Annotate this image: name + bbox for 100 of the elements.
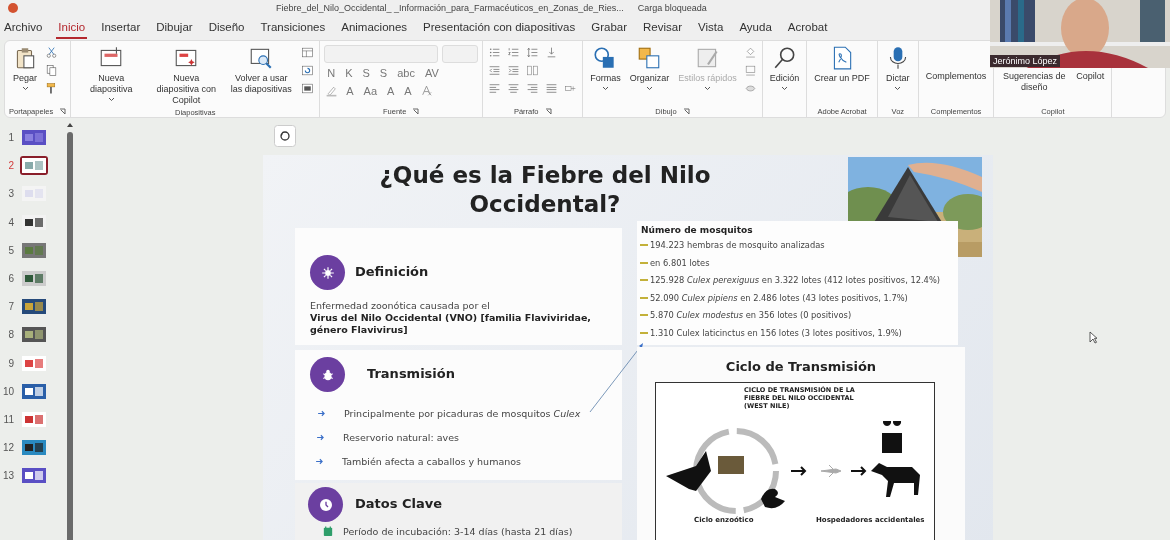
launcher-icon[interactable] — [544, 107, 552, 115]
menu-tab[interactable]: Ayuda — [737, 17, 774, 39]
menu-tab[interactable]: Vista — [696, 17, 726, 39]
line-spacing-icon — [526, 46, 540, 59]
copy-button[interactable] — [44, 63, 59, 78]
columns-button[interactable] — [525, 63, 541, 78]
font-field[interactable] — [324, 45, 439, 63]
bullet-text: Período de incubación: 3-14 días (hasta 21 días) — [343, 526, 573, 537]
slide-thumbnail[interactable]: 1 — [0, 128, 66, 147]
align-left-icon — [488, 82, 502, 95]
format-button[interactable]: AV — [421, 66, 442, 80]
slide-thumbnail[interactable]: 7 — [0, 297, 66, 317]
sun-icon — [320, 265, 335, 280]
panel-heading: Número de mosquitos — [641, 225, 753, 235]
align-center-icon — [507, 82, 521, 95]
ribbon-button[interactable]: Nueva diapositiva con Copilot — [150, 43, 223, 108]
columns-icon — [526, 64, 540, 77]
scissors-button[interactable] — [44, 45, 59, 60]
menu-tab[interactable]: Grabar — [589, 17, 630, 39]
clear-format-icon — [419, 84, 433, 97]
dash-mark — [640, 261, 648, 264]
launcher-icon[interactable] — [682, 107, 690, 115]
menu-tab[interactable]: Transiciones — [258, 17, 328, 39]
arrow-icon — [315, 457, 324, 466]
slide-thumbnail[interactable]: 12 — [0, 438, 66, 458]
align-right-icon — [526, 82, 540, 95]
arrow-icon — [316, 433, 325, 442]
format-button[interactable]: A — [343, 83, 357, 98]
format-button[interactable]: N — [324, 66, 339, 80]
scissors-icon — [45, 46, 58, 59]
format-brush-icon — [45, 82, 58, 95]
menu-tab[interactable]: Insertar — [99, 17, 143, 39]
card-heading: Datos Clave — [355, 496, 443, 511]
ribbon-button[interactable]: Nueva diapositiva — [75, 43, 148, 104]
slide-thumbnail[interactable]: 13 — [0, 466, 66, 486]
layout-button[interactable] — [300, 45, 316, 60]
slide-thumbnail[interactable]: 8 — [0, 325, 66, 345]
ribbon-button[interactable]: Sugerencias de diseño — [998, 69, 1071, 95]
reset-button[interactable] — [300, 63, 316, 78]
slide-thumbnail[interactable]: 9 — [0, 353, 66, 373]
format-button[interactable]: A — [384, 83, 398, 98]
dash-mark — [640, 296, 648, 299]
definition-text: Enfermedad zoonótica causada por el Virus del Nilo Occidental (VNO) [familia Flaviviridae, género Flavivirus] — [310, 300, 592, 336]
ribbon-button[interactable]: Complementos — [922, 69, 990, 84]
size-field[interactable] — [442, 45, 479, 63]
slide-thumbnail[interactable]: 5 — [0, 240, 66, 260]
ribbon-button[interactable]: Crear un PDF — [811, 43, 873, 86]
stat-text: en 6.801 lotes — [650, 257, 710, 268]
section-icon — [301, 82, 315, 95]
launcher-icon[interactable] — [59, 107, 67, 115]
clock-icon — [317, 496, 334, 513]
slide-thumbnail[interactable]: 11 — [0, 409, 66, 429]
slide-thumbnail[interactable]: 3 — [0, 184, 66, 204]
menu-tab[interactable]: Presentación con diapositivas — [421, 17, 578, 39]
paint-bucket-icon — [743, 46, 757, 59]
menu-tab[interactable]: Revisar — [641, 17, 685, 39]
section-button[interactable] — [300, 81, 316, 96]
slide-thumbnail[interactable]: 4 — [0, 212, 66, 232]
bullet-text: También afecta a caballos y humanos — [342, 456, 521, 467]
ribbon-button[interactable]: Edición — [766, 43, 803, 93]
ribbon-button[interactable]: Volver a usar las diapositivas — [225, 43, 298, 97]
bullet-text: Principalmente por picaduras de mosquitos Culex — [344, 408, 581, 419]
card-heading: Definición — [355, 264, 429, 279]
menu-tab[interactable]: Acrobat — [785, 17, 830, 39]
slide-title: ¿Qué es la Fiebre del Nilo Occidental? — [378, 161, 712, 219]
ribbon-button[interactable]: Organizar — [626, 43, 673, 93]
scrollbar-thumb[interactable] — [67, 132, 73, 540]
participant-name: Jerónimo López — [990, 55, 1061, 67]
format-button[interactable]: A — [401, 83, 415, 98]
slide-thumbnail[interactable]: 2 — [0, 156, 66, 176]
ribbon-button[interactable]: Formas — [587, 43, 624, 93]
menu-tab[interactable]: Dibujar — [154, 17, 195, 39]
ribbon-button[interactable]: Copilot — [1073, 69, 1108, 84]
stat-text: 1.310 Culex laticinctus en 156 lotes (3 lotes positivos, 1.9%) — [650, 328, 902, 338]
format-button[interactable]: Aa — [360, 83, 380, 98]
scroll-up-icon[interactable] — [66, 122, 74, 128]
dash-mark — [640, 244, 648, 246]
card-heading: Ciclo de Transmisión — [724, 359, 878, 374]
dash-mark — [640, 279, 648, 282]
format-button[interactable]: S — [376, 66, 391, 80]
decrease-indent-icon — [488, 64, 502, 77]
menu-tab[interactable]: Archivo — [2, 17, 45, 39]
format-button[interactable]: K — [342, 66, 356, 80]
pointer-icon — [1089, 331, 1098, 344]
highlighter-icon — [325, 84, 339, 97]
launcher-icon[interactable] — [412, 107, 420, 115]
menu-tab[interactable]: Diseño — [206, 17, 247, 39]
loop-icon[interactable] — [274, 125, 296, 147]
slide-thumbnail[interactable]: 10 — [0, 381, 66, 401]
format-button[interactable]: abc — [394, 66, 418, 80]
ribbon-button[interactable]: Pegar — [9, 43, 41, 93]
effects-icon — [743, 82, 757, 95]
stat-text: 52.090 Culex pipiens en 2.486 lotes (43 lotes positivos, 1.7%) — [650, 292, 908, 303]
ribbon-button[interactable]: Dictar — [881, 43, 914, 93]
menu-tab[interactable]: Animaciones — [339, 17, 410, 39]
format-button[interactable]: S — [359, 66, 373, 80]
dash-mark — [640, 314, 648, 317]
stat-text: 125.928 Culex perexiguus en 3.322 lotes (412 lotes positivos, 12.4%) — [650, 275, 940, 286]
slide-thumbnail[interactable]: 6 — [0, 268, 66, 288]
copy-icon — [45, 64, 58, 77]
